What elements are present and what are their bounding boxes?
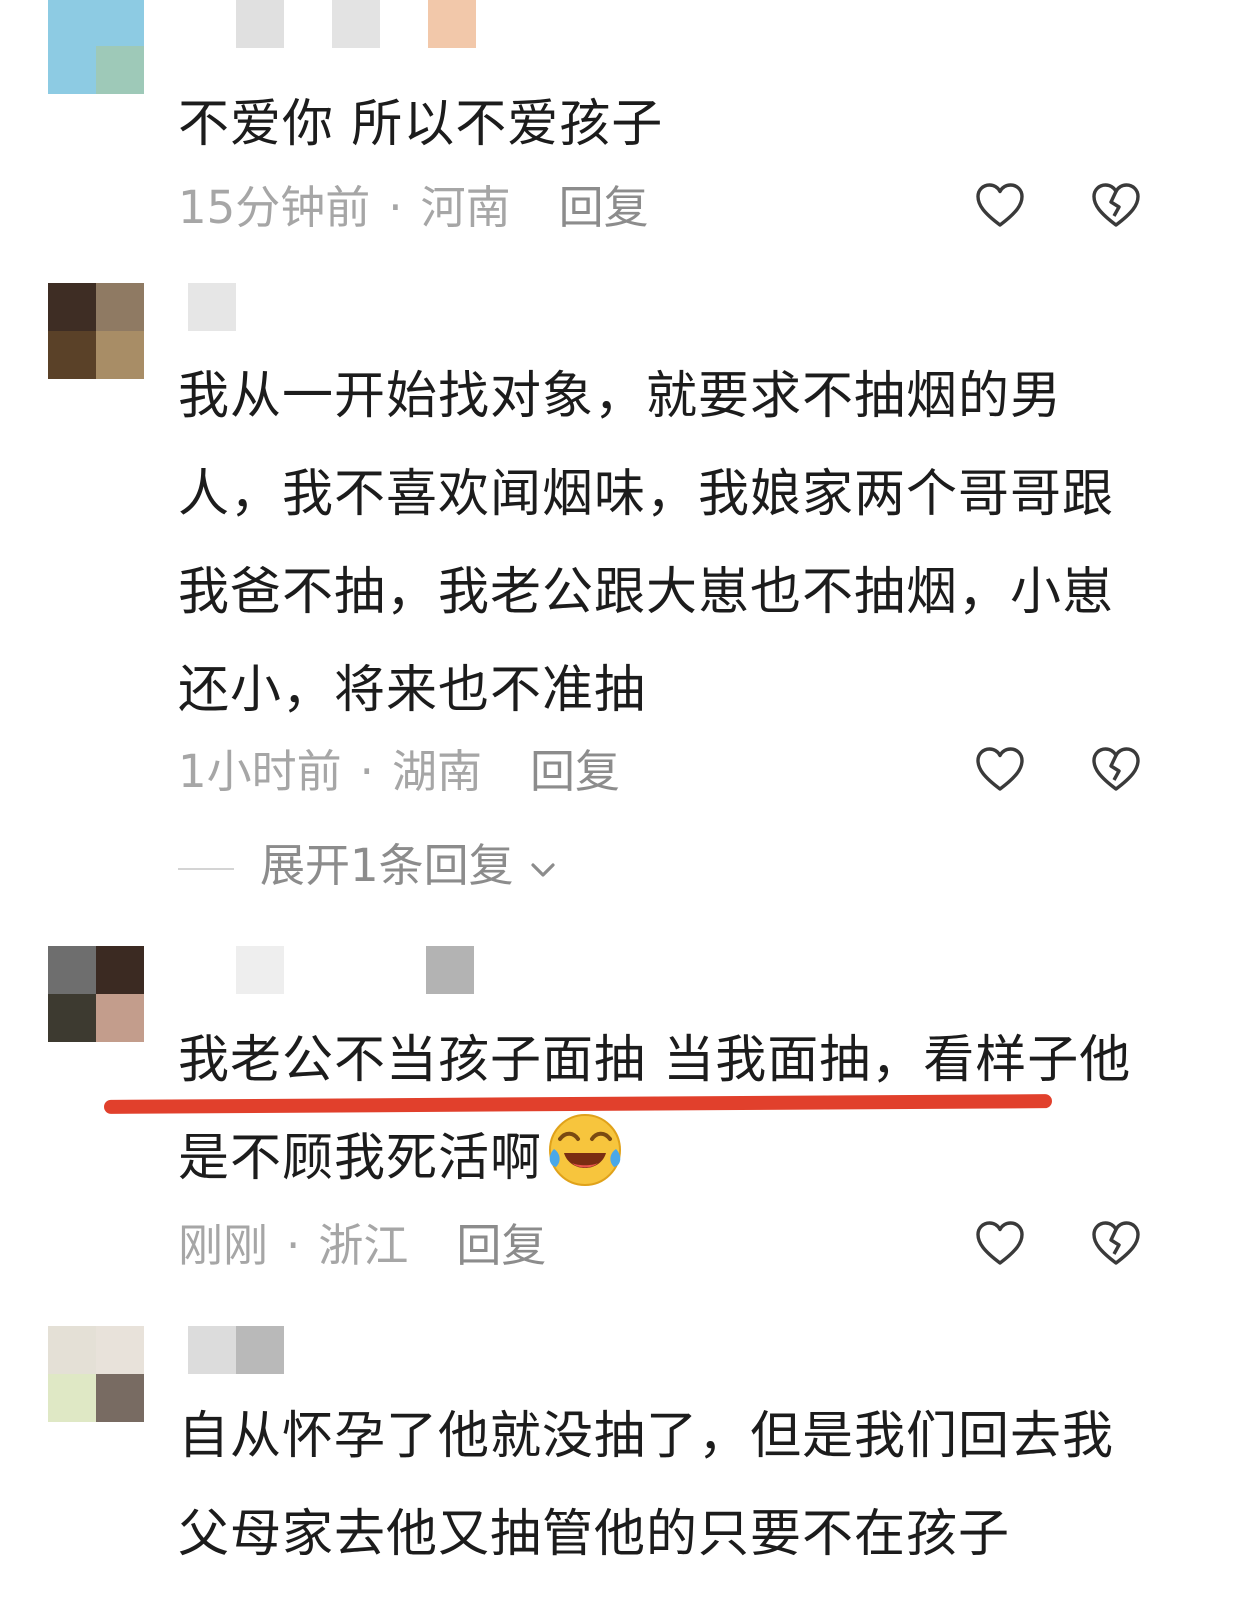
broken-heart-icon [1092,183,1140,227]
broken-heart-icon [1092,1221,1140,1265]
dislike-button[interactable] [1090,1218,1142,1270]
comment-location: 湖南 [391,745,482,798]
laughing-crying-emoji-icon [546,1111,624,1189]
chevron-down-icon [531,863,555,877]
comment-text: 我从一开始找对象，就要求不抽烟的男人，我不喜欢闻烟味，我娘家两个哥哥跟我爸不抽，… [178,367,1115,720]
avatar[interactable] [48,283,144,379]
broken-heart-icon [1092,747,1140,791]
comment-meta: 15分钟前 · 河南 回复 [178,178,649,238]
dislike-button[interactable] [1090,180,1142,232]
comment-meta: 刚刚 · 浙江 回复 [178,1216,546,1276]
comment-location: 浙江 [318,1219,409,1272]
divider-line [178,868,234,870]
expand-replies-button[interactable]: 展开1条回复 [178,836,558,896]
meta-separator: · [359,745,374,798]
like-button[interactable] [974,180,1026,232]
comment-time: 1小时前 [178,745,342,798]
heart-outline-icon [976,183,1024,227]
reply-button[interactable]: 回复 [530,745,620,798]
comment-location: 河南 [420,181,511,234]
reply-button[interactable]: 回复 [456,1219,546,1272]
avatar[interactable] [48,946,144,1042]
comment-meta: 1小时前 · 湖南 回复 [178,742,620,802]
like-button[interactable] [974,744,1026,796]
expand-replies-label: 展开1条回复 [260,839,514,892]
comment-time: 刚刚 [178,1219,269,1272]
like-button[interactable] [974,1218,1026,1270]
meta-separator: · [388,181,403,234]
comment-time: 15分钟前 [178,181,371,234]
reply-button[interactable]: 回复 [559,181,649,234]
avatar[interactable] [48,1326,144,1422]
comment-text: 不爱你 所以不爱孩子 [178,95,664,154]
meta-separator: · [286,1219,301,1272]
dislike-button[interactable] [1090,744,1142,796]
comment-text: 自从怀孕了他就没抽了，但是我们回去我父母家去他又抽管他的只要不在孩子 [178,1407,1115,1564]
avatar[interactable] [48,0,144,94]
heart-outline-icon [976,1221,1024,1265]
heart-outline-icon [976,747,1024,791]
